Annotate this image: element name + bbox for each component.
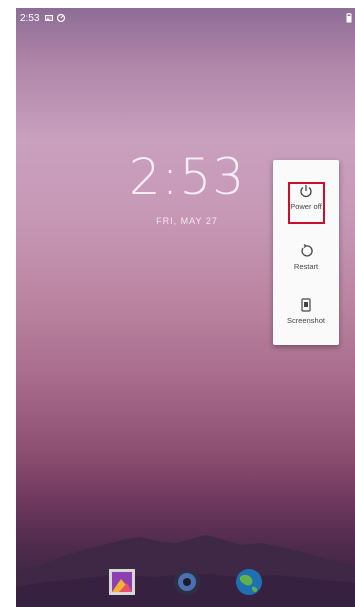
dock: [16, 557, 355, 607]
restart-button[interactable]: Restart: [273, 244, 339, 296]
browser-icon[interactable]: [234, 567, 264, 597]
status-bar: 2:53: [16, 8, 355, 30]
lock-date: FRI, MAY 27: [156, 216, 218, 226]
screenshot-icon: [301, 298, 311, 312]
status-time: 2:53: [20, 13, 40, 24]
sync-icon: [56, 13, 66, 23]
power-off-highlight: [288, 182, 325, 224]
restart-label: Restart: [293, 262, 319, 271]
gallery-icon[interactable]: [107, 567, 137, 597]
restart-icon: [301, 244, 313, 257]
image-icon: [45, 15, 53, 21]
battery-icon: [346, 13, 352, 23]
screenshot-button[interactable]: Screenshot: [273, 298, 339, 350]
music-icon[interactable]: [172, 567, 202, 597]
screenshot-label: Screenshot: [287, 316, 325, 325]
lock-clock: 2:53: [128, 148, 246, 206]
